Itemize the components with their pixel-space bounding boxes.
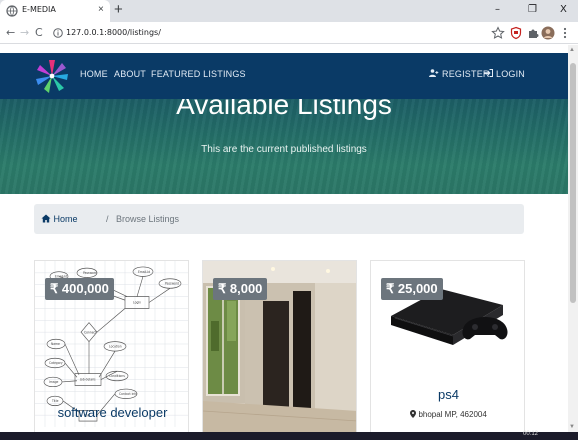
nav-featured-listings[interactable]: FEATURED LISTINGS (151, 69, 246, 79)
sign-in-icon (484, 69, 493, 77)
svg-text:Category: Category (49, 361, 63, 365)
breadcrumb-separator: / (106, 214, 109, 224)
site-navbar: HOME ABOUT FEATURED LISTINGS REGISTER LO… (0, 53, 568, 99)
scrollbar-thumb[interactable] (570, 63, 576, 303)
breadcrumb-current: Browse Listings (116, 214, 180, 224)
price-badge: ₹ 400,000 (45, 278, 114, 300)
nav-home[interactable]: HOME (80, 69, 108, 79)
omnibox[interactable]: 127.0.0.1:8000/listings/ (50, 25, 490, 41)
svg-text:Password: Password (165, 281, 179, 285)
tab-title: E-MEDIA (22, 5, 56, 14)
showcase-banner: Available Listings This are the current … (0, 99, 568, 194)
nav-about[interactable]: ABOUT (114, 69, 146, 79)
svg-text:Name: Name (51, 342, 60, 346)
svg-text:Job details: Job details (79, 378, 96, 382)
new-tab-button[interactable]: + (114, 2, 123, 18)
svg-text:Conditions: Conditions (109, 374, 125, 378)
back-button[interactable]: ← (6, 26, 15, 40)
browser-tab-strip: E-MEDIA × + – ❐ X (0, 0, 578, 22)
listing-card[interactable]: Password Email-Id Email-Id Password Login C… (34, 260, 189, 432)
price-badge: ₹ 25,000 (381, 278, 443, 300)
reload-button[interactable]: C (35, 26, 43, 40)
listing-card[interactable]: ₹ 25,000 ps4 bhopal MP, 462004 (370, 260, 525, 432)
listing-card[interactable]: ₹ 8,000 (202, 260, 357, 432)
register-label: REGISTER (442, 69, 490, 79)
address-bar: ← → C 127.0.0.1:8000/listings/ (0, 22, 578, 44)
puzzle-extensions-icon[interactable] (526, 26, 540, 40)
scroll-up-arrow-icon[interactable]: ▲ (569, 47, 575, 53)
svg-text:Login: Login (133, 300, 141, 304)
tab-close-icon[interactable]: × (98, 4, 104, 16)
page-viewport: HOME ABOUT FEATURED LISTINGS REGISTER LO… (0, 45, 578, 432)
svg-text:Image: Image (49, 380, 58, 384)
page-scrollbar[interactable]: ▲ ▼ (568, 45, 578, 432)
page-subtitle: This are the current published listings (201, 144, 367, 155)
listing-title[interactable]: software developer (35, 405, 188, 420)
restore-button[interactable]: ❐ (528, 3, 537, 17)
profile-avatar-icon[interactable] (541, 26, 555, 40)
close-window-button[interactable]: X (560, 3, 567, 17)
taskbar-clock: 00:12 (522, 431, 538, 437)
os-taskbar: 00:12 (0, 431, 578, 440)
listing-location-text: bhopal MP, 462004 (418, 410, 487, 419)
svg-text:Contact info: Contact info (119, 392, 137, 396)
url-text[interactable]: 127.0.0.1:8000/listings/ (66, 28, 161, 37)
forward-button[interactable]: → (20, 26, 29, 40)
user-plus-icon (429, 69, 439, 77)
more-menu-icon[interactable] (558, 26, 572, 40)
shield-extension-icon[interactable] (509, 26, 523, 40)
home-icon (41, 214, 51, 223)
scroll-down-arrow-icon[interactable]: ▼ (569, 424, 575, 430)
svg-text:Password: Password (83, 271, 97, 275)
info-icon[interactable] (53, 28, 63, 38)
price-badge: ₹ 8,000 (213, 278, 268, 300)
svg-text:Location: Location (109, 344, 122, 348)
listing-location: bhopal MP, 462004 (371, 410, 524, 419)
minimize-button[interactable]: – (495, 3, 500, 17)
page-title: Available Listings (176, 99, 392, 120)
login-label: LOGIN (496, 69, 526, 79)
nav-login[interactable]: LOGIN (484, 69, 525, 79)
star-icon[interactable] (491, 26, 505, 40)
map-marker-icon (410, 410, 417, 418)
site-logo[interactable] (35, 58, 69, 94)
svg-text:Title: Title (51, 399, 58, 403)
browser-tab[interactable]: E-MEDIA × (0, 0, 110, 22)
listing-title[interactable]: ps4 (371, 387, 524, 402)
breadcrumb-home-label: Home (53, 214, 78, 224)
svg-text:Email-Id: Email-Id (138, 270, 150, 274)
globe-icon (6, 5, 18, 17)
breadcrumb-home[interactable]: Home (41, 214, 78, 224)
nav-register[interactable]: REGISTER (429, 69, 490, 79)
breadcrumb: Home / Browse Listings (34, 204, 524, 234)
svg-text:Connect: Connect (84, 330, 97, 334)
